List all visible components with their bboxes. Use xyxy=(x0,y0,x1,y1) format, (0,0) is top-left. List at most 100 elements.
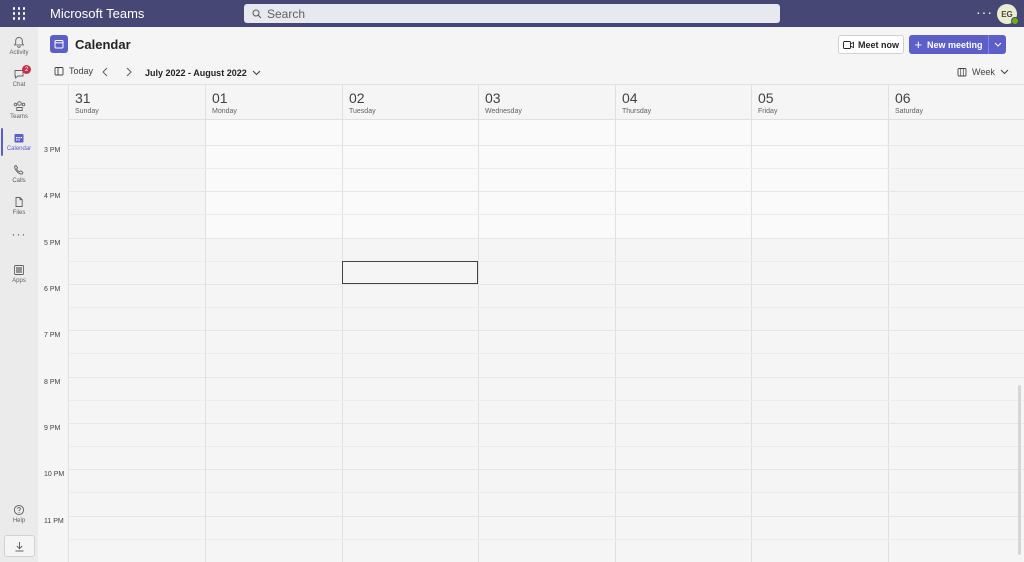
help-icon xyxy=(13,504,25,516)
chevron-down-icon xyxy=(1000,69,1009,75)
view-switcher[interactable]: Week xyxy=(957,67,1009,77)
hour-line xyxy=(69,330,1024,331)
day-name: Monday xyxy=(212,108,237,115)
calendar-header: Calendar Meet now + New meeting xyxy=(38,27,1024,62)
day-header-sunday[interactable]: 31 Sunday xyxy=(68,85,205,120)
rail-item-label: Chat xyxy=(12,82,26,88)
search-icon xyxy=(252,8,262,18)
plus-icon: + xyxy=(914,37,923,52)
day-header-friday[interactable]: 05 Friday xyxy=(751,85,888,120)
day-header-thursday[interactable]: 04 Thursday xyxy=(615,85,751,120)
app-launcher-button[interactable] xyxy=(0,0,38,27)
new-meeting-dropdown-button[interactable] xyxy=(988,35,1006,54)
new-meeting-button[interactable]: + New meeting xyxy=(909,35,988,54)
date-range-picker[interactable]: July 2022 - August 2022 xyxy=(145,68,261,78)
download-button[interactable] xyxy=(4,535,35,557)
rail-item-files[interactable]: Files xyxy=(0,191,38,221)
day-header-monday[interactable]: 01 Monday xyxy=(205,85,342,120)
avatar-initials: EG xyxy=(1001,9,1013,19)
day-header-tuesday[interactable]: 02 Tuesday xyxy=(342,85,478,120)
day-name: Thursday xyxy=(622,108,652,115)
hour-line xyxy=(69,145,1024,146)
day-name: Friday xyxy=(758,108,778,115)
page-title: Calendar xyxy=(75,37,131,52)
time-label: 4 PM xyxy=(44,193,61,200)
half-hour-line xyxy=(69,307,1024,308)
more-apps-button[interactable]: ··· xyxy=(0,227,38,241)
rail-item-calls[interactable]: Calls xyxy=(0,159,38,189)
day-column[interactable] xyxy=(205,120,342,562)
calendar-toolbar: Today July 2022 - August 2022 Week xyxy=(38,62,1024,84)
search-input[interactable]: Search xyxy=(244,4,780,23)
new-meeting-label: New meeting xyxy=(927,39,983,50)
chevron-down-icon xyxy=(252,70,261,76)
day-number: 02 xyxy=(349,90,365,106)
calendar-icon xyxy=(14,134,24,143)
rail-item-label: Apps xyxy=(12,278,26,284)
file-icon xyxy=(15,197,23,207)
download-icon xyxy=(15,541,24,551)
half-hour-line xyxy=(69,539,1024,540)
half-hour-line xyxy=(69,261,1024,262)
day-name: Saturday xyxy=(895,108,924,115)
week-grid: 31 Sunday 01 Monday 02 Tuesday 03 Wednes… xyxy=(38,84,1024,562)
day-column[interactable] xyxy=(751,120,888,562)
phone-icon xyxy=(14,164,24,175)
today-button[interactable]: Today xyxy=(54,66,93,76)
day-number: 05 xyxy=(758,90,774,106)
more-options-icon[interactable]: ··· xyxy=(976,4,993,20)
rail-item-label: Files xyxy=(12,210,26,216)
time-label: 5 PM xyxy=(44,240,61,247)
day-column[interactable] xyxy=(888,120,1024,562)
time-label: 7 PM xyxy=(44,332,61,339)
calendar-today-icon xyxy=(54,67,64,76)
half-hour-line xyxy=(69,353,1024,354)
presence-available-icon xyxy=(1011,17,1019,25)
day-number: 04 xyxy=(622,90,638,106)
day-name: Wednesday xyxy=(485,108,522,115)
chevron-right-icon[interactable] xyxy=(124,66,134,78)
day-column[interactable] xyxy=(478,120,615,562)
day-number: 31 xyxy=(75,90,91,106)
waffle-icon xyxy=(12,7,26,20)
view-label: Week xyxy=(972,67,995,77)
day-column[interactable] xyxy=(342,120,478,562)
app-title: Microsoft Teams xyxy=(50,6,145,21)
time-label: 11 PM xyxy=(44,518,64,525)
day-number: 06 xyxy=(895,90,911,106)
half-hour-line xyxy=(69,168,1024,169)
title-bar: Microsoft Teams Search ··· EG xyxy=(0,0,1024,27)
time-label: 8 PM xyxy=(44,379,61,386)
rail-item-label: Calendar xyxy=(6,146,32,152)
hour-line xyxy=(69,469,1024,470)
calendar-app-icon xyxy=(50,35,68,53)
rail-item-activity[interactable]: Activity xyxy=(0,31,38,61)
day-column[interactable] xyxy=(615,120,751,562)
rail-item-teams[interactable]: Teams xyxy=(0,95,38,125)
today-label: Today xyxy=(69,66,94,76)
hour-line xyxy=(69,284,1024,285)
chat-unread-badge: 2 xyxy=(22,65,31,74)
rail-item-apps[interactable]: Apps xyxy=(0,259,38,289)
meet-now-button[interactable]: Meet now xyxy=(838,35,904,54)
rail-item-calendar[interactable]: Calendar xyxy=(0,127,38,157)
scrollbar[interactable] xyxy=(1018,385,1021,555)
chevron-left-icon[interactable] xyxy=(100,66,110,78)
rail-item-chat[interactable]: Chat 2 xyxy=(0,63,38,93)
date-range-label: July 2022 - August 2022 xyxy=(145,68,247,78)
rail-item-label: Teams xyxy=(10,114,28,120)
day-header-saturday[interactable]: 06 Saturday xyxy=(888,85,1024,120)
time-label: 10 PM xyxy=(44,471,65,478)
day-column[interactable] xyxy=(68,120,205,562)
selected-time-slot[interactable] xyxy=(342,261,478,284)
app-rail: Activity Chat 2 Teams Calendar Calls Fil… xyxy=(0,27,38,562)
half-hour-line xyxy=(69,446,1024,447)
hour-line xyxy=(69,238,1024,239)
rail-item-help[interactable]: Help xyxy=(0,499,38,529)
half-hour-line xyxy=(69,492,1024,493)
avatar[interactable]: EG xyxy=(997,4,1019,25)
day-header-wednesday[interactable]: 03 Wednesday xyxy=(478,85,615,120)
day-name: Tuesday xyxy=(349,108,376,115)
time-label: 6 PM xyxy=(44,286,61,293)
time-label: 3 PM xyxy=(44,147,61,154)
